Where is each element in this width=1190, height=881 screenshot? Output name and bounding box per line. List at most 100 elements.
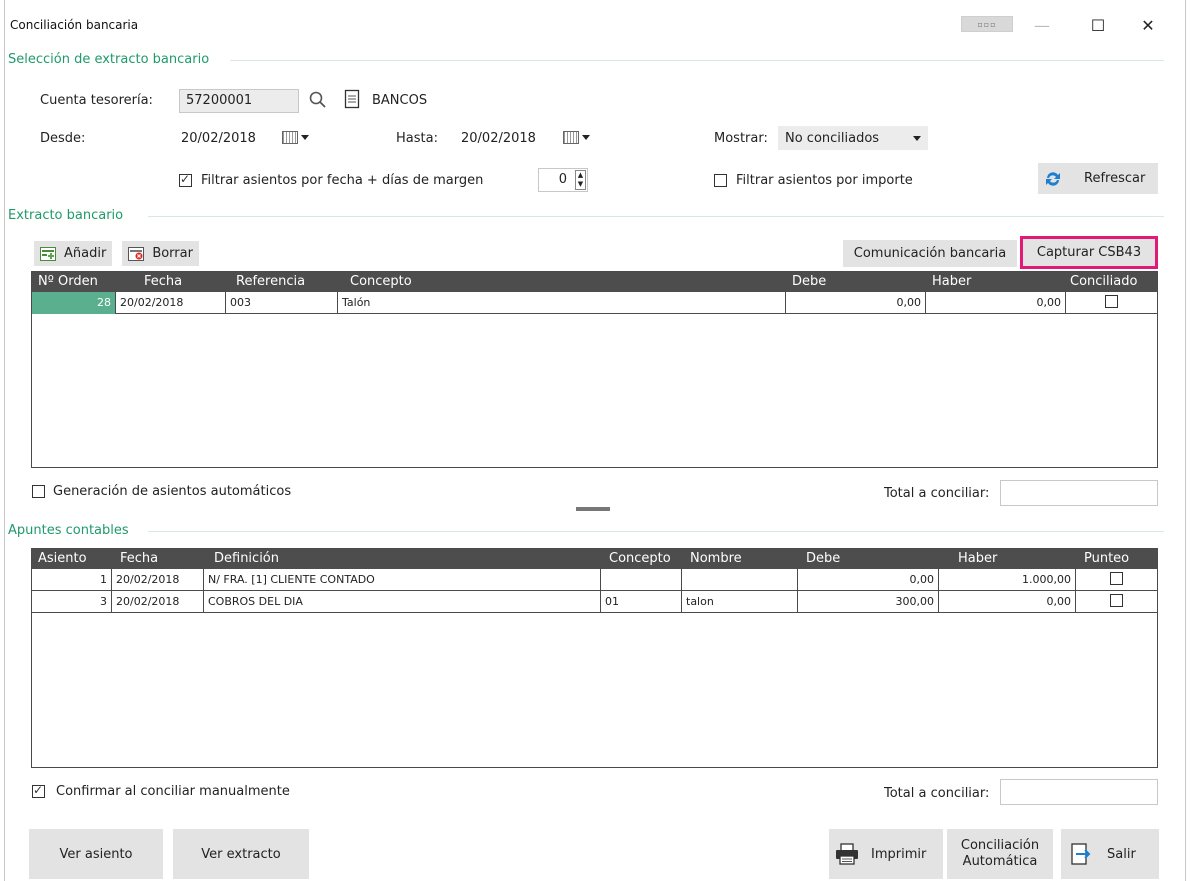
- ver-extracto-button[interactable]: Ver extracto: [173, 829, 309, 879]
- apuntes-grid-header: Asiento Fecha Definición Concepto Nombre…: [32, 549, 1157, 569]
- cell-fecha[interactable]: 20/02/2018: [112, 591, 204, 613]
- generacion-checkbox[interactable]: [32, 485, 45, 502]
- conciliacion-label-line2: Automática: [962, 854, 1038, 869]
- table-row[interactable]: 28 20/02/2018 003 Talón 0,00 0,00: [32, 292, 1157, 314]
- hasta-date-input[interactable]: 20/02/2018: [461, 131, 536, 146]
- refrescar-label: Refrescar: [1084, 171, 1146, 186]
- cell-definicion[interactable]: N/ FRA. [1] CLIENTE CONTADO: [204, 569, 601, 591]
- ver-asiento-button[interactable]: Ver asiento: [29, 829, 163, 879]
- cell-debe[interactable]: 0,00: [798, 569, 939, 591]
- refresh-icon: [1046, 171, 1060, 186]
- col-header-haber[interactable]: Haber: [932, 274, 971, 289]
- capturar-csb43-button[interactable]: Capturar CSB43: [1020, 236, 1158, 269]
- table-row[interactable]: 1 20/02/2018 N/ FRA. [1] CLIENTE CONTADO…: [32, 569, 1157, 591]
- cell-concepto[interactable]: Talón: [338, 292, 786, 314]
- margen-spinner[interactable]: ▲ ▼: [575, 170, 586, 190]
- splitter-handle[interactable]: [576, 507, 610, 511]
- extracto-total-field: [1000, 480, 1158, 506]
- cell-conciliado[interactable]: [1066, 292, 1157, 314]
- col-header-concepto[interactable]: Concepto: [609, 551, 671, 566]
- chevron-down-icon: [913, 135, 921, 141]
- desde-label: Desde:: [40, 131, 86, 146]
- col-header-referencia[interactable]: Referencia: [236, 274, 305, 289]
- confirmar-label: Confirmar al conciliar manualmente: [56, 784, 290, 799]
- confirmar-checkbox[interactable]: [32, 783, 45, 802]
- cell-haber[interactable]: 0,00: [926, 292, 1066, 314]
- cell-definicion[interactable]: COBROS DEL DIA: [204, 591, 601, 613]
- mostrar-select-value: No conciliados: [785, 130, 880, 146]
- col-header-debe[interactable]: Debe: [792, 274, 826, 289]
- chevron-down-icon: [301, 135, 309, 140]
- cell-haber[interactable]: 0,00: [939, 591, 1076, 613]
- col-header-fecha[interactable]: Fecha: [120, 551, 158, 566]
- col-header-punteo[interactable]: Punteo: [1084, 551, 1129, 566]
- exit-icon: [1071, 843, 1091, 865]
- section-apuntes-title: Apuntes contables: [8, 523, 129, 538]
- document-icon: [344, 89, 360, 113]
- apuntes-total-label: Total a conciliar:: [884, 786, 990, 801]
- filtrar-fecha-label: Filtrar asientos por fecha + días de mar…: [201, 173, 484, 188]
- cell-haber[interactable]: 1.000,00: [939, 569, 1076, 591]
- add-button[interactable]: Añadir: [34, 241, 113, 266]
- printer-icon: [836, 843, 858, 865]
- maximize-button[interactable]: ☐: [1083, 10, 1113, 40]
- cell-concepto[interactable]: 01: [601, 591, 682, 613]
- col-header-debe[interactable]: Debe: [806, 551, 840, 566]
- cell-referencia[interactable]: 003: [226, 292, 338, 314]
- section-extracto-title: Extracto bancario: [8, 208, 124, 223]
- section-divider: [230, 60, 1164, 61]
- cuenta-input[interactable]: 57200001: [179, 89, 299, 113]
- col-header-haber[interactable]: Haber: [958, 551, 997, 566]
- col-header-fecha[interactable]: Fecha: [144, 274, 182, 289]
- filtrar-importe-checkbox[interactable]: [714, 174, 727, 191]
- hasta-calendar-button[interactable]: [563, 131, 590, 144]
- col-header-concepto[interactable]: Concepto: [350, 274, 412, 289]
- section-seleccion-title: Selección de extracto bancario: [8, 52, 210, 67]
- delete-row-icon: [128, 246, 145, 261]
- desde-date-input[interactable]: 20/02/2018: [181, 131, 256, 146]
- desde-calendar-button[interactable]: [282, 131, 309, 144]
- cell-fecha[interactable]: 20/02/2018: [112, 569, 204, 591]
- col-header-nombre[interactable]: Nombre: [690, 551, 742, 566]
- imprimir-button[interactable]: Imprimir: [829, 829, 943, 879]
- cell-fecha[interactable]: 20/02/2018: [116, 292, 226, 314]
- section-divider: [148, 216, 1164, 217]
- generacion-label: Generación de asientos automáticos: [53, 484, 292, 499]
- search-icon[interactable]: [308, 90, 328, 114]
- cell-punteo[interactable]: [1076, 591, 1157, 613]
- delete-label: Borrar: [152, 246, 193, 261]
- refrescar-button[interactable]: Refrescar: [1038, 163, 1158, 194]
- cell-nombre[interactable]: talon: [682, 591, 798, 613]
- add-label: Añadir: [64, 246, 107, 261]
- cell-asiento[interactable]: 1: [32, 569, 112, 591]
- delete-button[interactable]: Borrar: [122, 241, 199, 266]
- cell-punteo[interactable]: [1076, 569, 1157, 591]
- comunicacion-bancaria-button[interactable]: Comunicación bancaria: [843, 240, 1017, 267]
- hasta-label: Hasta:: [396, 131, 438, 146]
- more-options-button[interactable]: ▫▫▫: [961, 16, 1013, 32]
- col-header-asiento[interactable]: Asiento: [38, 551, 87, 566]
- filtrar-fecha-checkbox[interactable]: [179, 172, 192, 191]
- salir-label: Salir: [1107, 846, 1136, 862]
- table-row[interactable]: 3 20/02/2018 COBROS DEL DIA 01 talon 300…: [32, 591, 1157, 613]
- col-header-definicion[interactable]: Definición: [214, 551, 279, 566]
- calendar-icon: [563, 131, 579, 144]
- cell-orden[interactable]: 28: [32, 292, 116, 314]
- mostrar-select[interactable]: No conciliados: [778, 126, 928, 150]
- cell-asiento[interactable]: 3: [32, 591, 112, 613]
- cell-debe[interactable]: 300,00: [798, 591, 939, 613]
- col-header-conciliado[interactable]: Conciliado: [1070, 274, 1137, 289]
- close-button[interactable]: ✕: [1133, 10, 1163, 40]
- apuntes-total-field: [1000, 779, 1158, 805]
- cell-nombre[interactable]: [682, 569, 798, 591]
- extracto-total-label: Total a conciliar:: [884, 486, 990, 501]
- salir-button[interactable]: Salir: [1061, 829, 1159, 879]
- minimize-button[interactable]: —: [1027, 10, 1057, 40]
- cell-debe[interactable]: 0,00: [786, 292, 926, 314]
- apuntes-grid: Asiento Fecha Definición Concepto Nombre…: [31, 548, 1158, 768]
- col-header-orden[interactable]: Nº Orden: [38, 274, 98, 289]
- chevron-down-icon: [582, 135, 590, 140]
- cell-concepto[interactable]: [601, 569, 682, 591]
- conciliacion-automatica-button[interactable]: Conciliación Automática: [947, 829, 1053, 879]
- mostrar-label: Mostrar:: [714, 131, 768, 146]
